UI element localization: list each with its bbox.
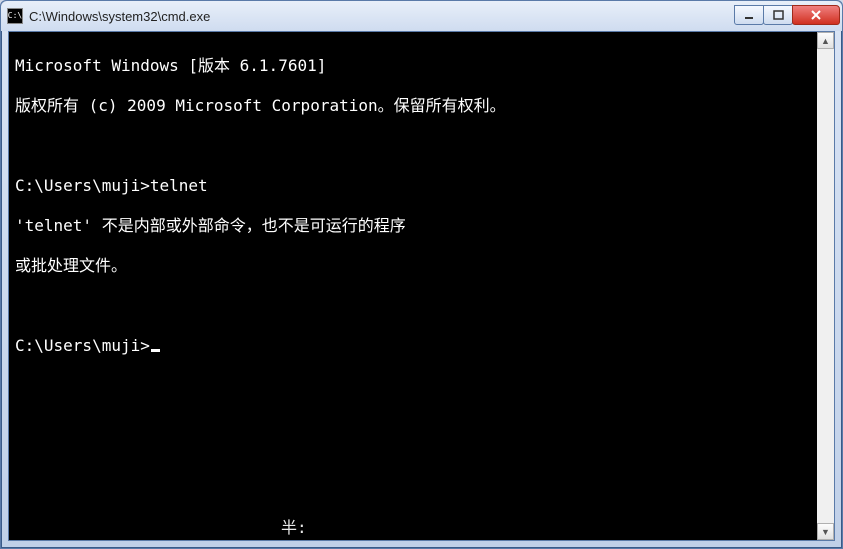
maximize-icon: [773, 10, 784, 21]
close-icon: [810, 9, 822, 21]
minimize-icon: [744, 10, 755, 21]
terminal-line: Microsoft Windows [版本 6.1.7601]: [15, 56, 811, 76]
terminal-line: 版权所有 (c) 2009 Microsoft Corporation。保留所有…: [15, 96, 811, 116]
terminal-line: 或批处理文件。: [15, 256, 811, 276]
close-button[interactable]: [792, 5, 840, 25]
terminal-line: [15, 136, 811, 156]
terminal-viewport[interactable]: Microsoft Windows [版本 6.1.7601] 版权所有 (c)…: [9, 32, 817, 540]
terminal-output: Microsoft Windows [版本 6.1.7601] 版权所有 (c)…: [15, 36, 811, 396]
terminal-prompt-line: C:\Users\muji>: [15, 336, 811, 356]
scroll-down-button[interactable]: ▼: [817, 523, 834, 540]
maximize-button[interactable]: [763, 5, 793, 25]
cmd-app-icon: C:\: [7, 8, 23, 24]
window-controls: [735, 6, 840, 26]
minimize-button[interactable]: [734, 5, 764, 25]
chevron-down-icon: ▼: [821, 527, 830, 537]
terminal-prompt: C:\Users\muji>: [15, 336, 150, 355]
window-title: C:\Windows\system32\cmd.exe: [29, 9, 735, 24]
scroll-up-button[interactable]: ▲: [817, 32, 834, 49]
terminal-line: C:\Users\muji>telnet: [15, 176, 811, 196]
terminal-line: 'telnet' 不是内部或外部命令，也不是可运行的程序: [15, 216, 811, 236]
terminal-line: [15, 296, 811, 316]
terminal-client-area: Microsoft Windows [版本 6.1.7601] 版权所有 (c)…: [8, 31, 835, 541]
scrollbar-track[interactable]: [817, 49, 834, 523]
cmd-window: C:\ C:\Windows\system32\cmd.exe Microsof…: [0, 0, 843, 549]
titlebar[interactable]: C:\ C:\Windows\system32\cmd.exe: [1, 1, 842, 31]
vertical-scrollbar[interactable]: ▲ ▼: [817, 32, 834, 540]
cursor-icon: [151, 349, 160, 352]
chevron-up-icon: ▲: [821, 36, 830, 46]
